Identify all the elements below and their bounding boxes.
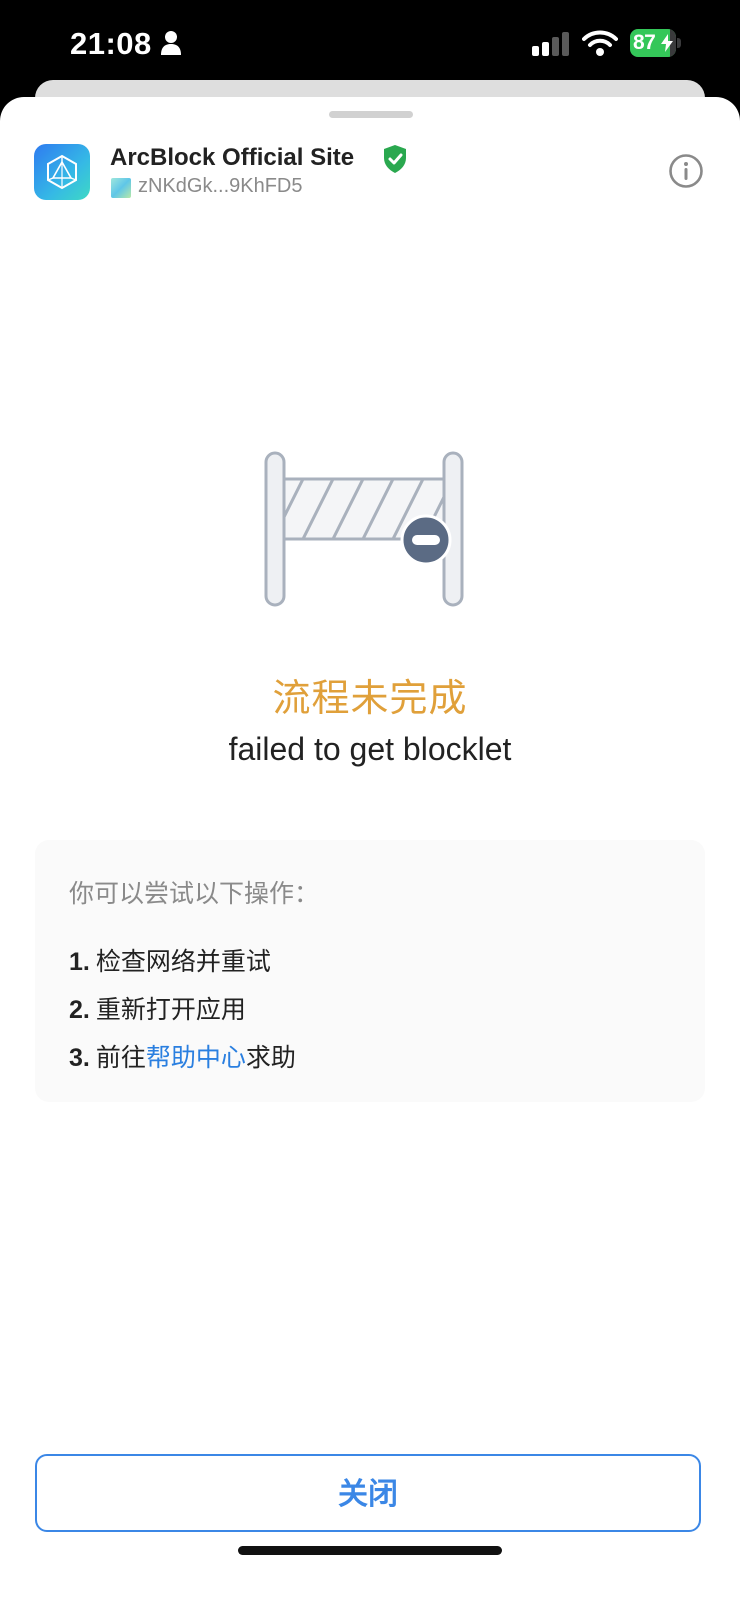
suggestion-number: 1. xyxy=(69,948,90,976)
error-title: 流程未完成 xyxy=(272,678,468,720)
suggestion-item: 3. 前往帮助中心求助 xyxy=(69,1038,296,1074)
help-center-link[interactable]: 帮助中心 xyxy=(146,1044,246,1072)
suggestions-panel: 你可以尝试以下操作： 1. 检查网络并重试 2. 重新打开应用 3. 前往帮助中心求助 xyxy=(35,840,705,1102)
app-logo xyxy=(34,144,90,200)
bottom-sheet: ArcBlock Official Site zNKdGk...9KhFD5 流… xyxy=(0,97,740,1600)
did-avatar xyxy=(111,178,131,198)
shield-check-icon xyxy=(384,145,406,173)
wifi-icon xyxy=(582,30,618,56)
error-message: failed to get blocklet xyxy=(228,731,512,767)
person-icon xyxy=(161,31,181,55)
suggestion-text: 检查网络并重试 xyxy=(95,948,271,976)
barrier-blocked-icon xyxy=(264,451,464,607)
arcblock-logo-icon xyxy=(47,154,77,190)
battery-level: 87 xyxy=(630,29,676,57)
suggestion-text: 重新打开应用 xyxy=(95,996,246,1024)
suggestion-text: 求助 xyxy=(245,1044,296,1072)
battery-charging-icon: 87 xyxy=(630,29,681,57)
battery-percent: 87 xyxy=(633,31,656,54)
close-button[interactable]: 关闭 xyxy=(35,1454,701,1532)
home-indicator xyxy=(238,1546,502,1555)
did-address: zNKdGk...9KhFD5 xyxy=(138,175,303,197)
bolt-icon xyxy=(661,34,673,52)
status-time: 21:08 xyxy=(70,26,152,61)
suggestion-number: 3. xyxy=(69,1044,90,1072)
status-bar: 21:08 87 xyxy=(0,0,740,90)
cellular-signal-icon xyxy=(532,32,569,56)
info-circle-icon[interactable] xyxy=(668,153,704,189)
suggestion-text: 前往 xyxy=(95,1044,146,1072)
suggestion-item: 1. 检查网络并重试 xyxy=(69,942,271,978)
app-title: ArcBlock Official Site xyxy=(110,144,355,171)
sheet-grabber[interactable] xyxy=(329,111,413,118)
suggestion-number: 2. xyxy=(69,996,90,1024)
suggestions-heading: 你可以尝试以下操作： xyxy=(69,880,320,908)
suggestion-item: 2. 重新打开应用 xyxy=(69,990,246,1026)
